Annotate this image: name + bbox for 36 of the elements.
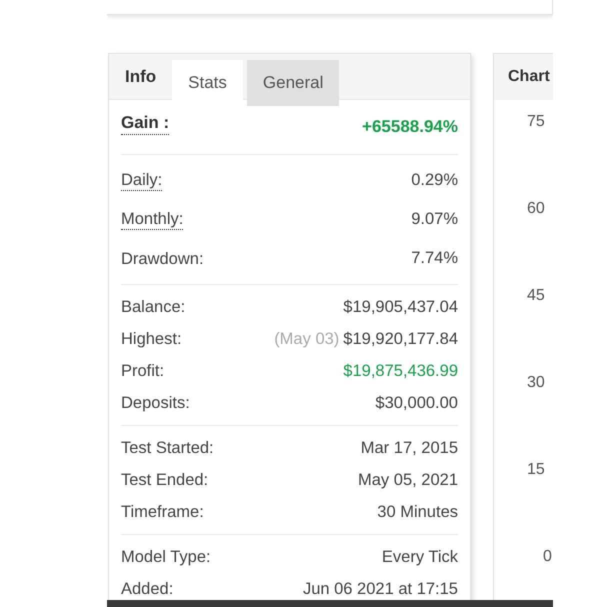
stat-value: 9.07%	[411, 209, 458, 230]
gain-label: Gain :	[121, 112, 170, 134]
axis-label: 0	[543, 547, 552, 567]
stat-label: Balance:	[121, 297, 186, 317]
stat-value: $19,875,436.99	[343, 360, 458, 382]
stat-value: Mar 17, 2015	[360, 438, 458, 459]
stat-value: 7.74%	[411, 248, 458, 270]
axis-label: 60	[527, 199, 545, 219]
stat-value: 0.29%	[411, 170, 458, 192]
stat-label: Model Type:	[121, 547, 211, 567]
axis-label: 30	[527, 373, 545, 393]
stat-label: Drawdown:	[121, 248, 204, 268]
stat-label: Timeframe:	[121, 502, 204, 522]
stat-value: $19,905,437.04	[343, 296, 458, 318]
stat-label: Deposits:	[121, 393, 190, 413]
stat-label: Highest:	[121, 329, 182, 349]
stat-value: $30,000.00	[375, 392, 458, 414]
stat-label: Profit:	[121, 361, 164, 381]
tab[interactable]: General	[246, 60, 340, 106]
stat-label: Monthly:	[121, 209, 184, 230]
axis-label: 15	[527, 460, 545, 480]
axis-label: 45	[527, 286, 545, 306]
gain-value: +65588.94%	[362, 116, 458, 138]
axis-label: 75	[527, 112, 545, 132]
stat-label: Test Ended:	[121, 470, 208, 490]
stat-value: May 05, 2021	[358, 470, 458, 491]
stat-label: Added:	[121, 579, 174, 599]
stat-note: (May 03)	[274, 328, 340, 350]
stat-value: Every Tick	[382, 546, 458, 568]
stat-value: Jun 06 2021 at 17:15	[302, 578, 458, 600]
chart-title: Chart	[508, 67, 550, 87]
stat-label: Daily:	[121, 170, 162, 191]
stat-value: $19,920,177.84	[343, 328, 458, 350]
stat-label: Test Started:	[121, 438, 214, 458]
tab[interactable]: Info	[109, 54, 172, 100]
stat-value: 30 Minutes	[377, 502, 458, 523]
